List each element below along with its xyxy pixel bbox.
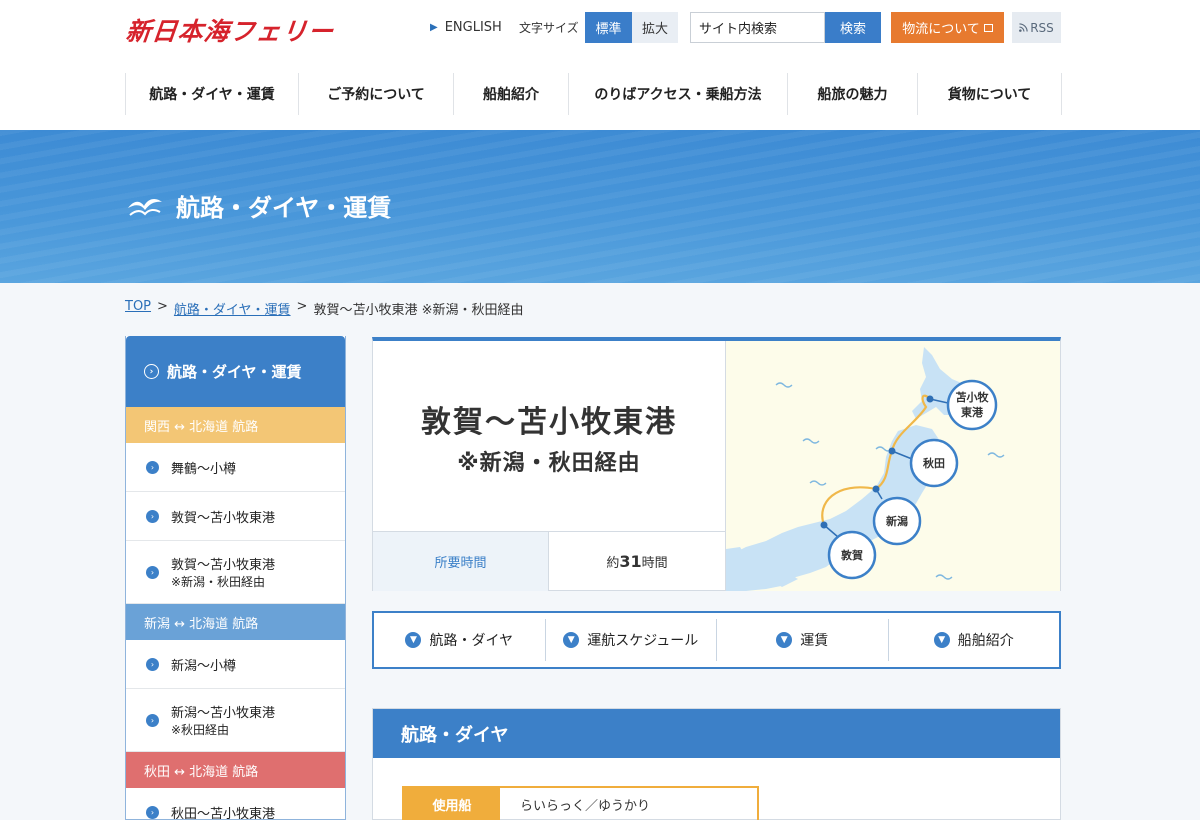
chevron-right-icon: › bbox=[146, 805, 159, 819]
chevron-right-icon: › bbox=[146, 509, 159, 523]
english-link[interactable]: ▶ ENGLISH bbox=[430, 12, 502, 43]
triangle-right-icon: ▶ bbox=[430, 22, 438, 33]
duration-suffix: 時間 bbox=[641, 556, 668, 571]
chevron-right-circle-icon: › bbox=[144, 364, 159, 379]
duration-label: 所要時間 bbox=[373, 531, 549, 591]
page-title-text: 航路・ダイヤ・運賃 bbox=[176, 194, 392, 222]
section-tab-nav: ▼ 航路・ダイヤ ▼ 運航スケジュール ▼ 運賃 ▼ 船舶紹介 bbox=[372, 611, 1061, 669]
page-hero-banner: 航路・ダイヤ・運賃 bbox=[0, 130, 1200, 283]
sidebar-item-niigata-otaru[interactable]: › 新潟〜小樽 bbox=[126, 640, 345, 689]
chevron-down-icon: ▼ bbox=[776, 632, 793, 648]
font-size-standard-button[interactable]: 標準 bbox=[585, 12, 632, 43]
tab-route-diagram[interactable]: ▼ 航路・ダイヤ bbox=[374, 619, 546, 661]
rss-button[interactable]: RSS bbox=[1012, 12, 1061, 43]
port-label-tomakomai: 苫小牧 bbox=[956, 390, 990, 404]
sidebar-item-label: 敦賀〜苫小牧東港 bbox=[171, 510, 276, 526]
chevron-right-icon: › bbox=[146, 713, 159, 727]
sidebar-item-niigata-tomakomai-via[interactable]: › 新潟〜苫小牧東港 ※秋田経由 bbox=[126, 689, 345, 752]
gnav-item-access[interactable]: のりばアクセス・乗船方法 bbox=[569, 73, 788, 115]
sidebar-item-label: 新潟〜小樽 bbox=[171, 658, 237, 674]
breadcrumb-current: 敦賀〜苫小牧東港 ※新潟・秋田経由 bbox=[313, 303, 524, 318]
english-link-label: ENGLISH bbox=[444, 20, 502, 35]
chevron-right-icon: › bbox=[146, 565, 159, 579]
gnav-item-reservation[interactable]: ご予約について bbox=[299, 73, 454, 115]
site-header: 新日本海フェリー ▶ ENGLISH 文字サイズ 標準 拡大 サイト内検索 検索… bbox=[0, 0, 1200, 130]
port-bubble-tomakomai bbox=[946, 379, 998, 431]
port-label-niigata: 新潟 bbox=[886, 514, 908, 528]
port-label-tsuruga: 敦賀 bbox=[841, 548, 863, 562]
ship-value: らいらっく／ゆうかり bbox=[520, 799, 651, 814]
tab-label: 運航スケジュール bbox=[587, 633, 699, 649]
chevron-right-icon: › bbox=[146, 460, 159, 474]
site-logo[interactable]: 新日本海フェリー bbox=[124, 12, 336, 48]
tab-label: 船舶紹介 bbox=[957, 633, 1014, 649]
duration-prefix: 約 bbox=[606, 556, 620, 571]
chevron-down-icon: ▼ bbox=[563, 632, 580, 648]
gnav-item-ships[interactable]: 船舶紹介 bbox=[454, 73, 569, 115]
font-size-label: 文字サイズ bbox=[519, 21, 579, 35]
tab-fares[interactable]: ▼ 運賃 bbox=[717, 619, 889, 661]
japan-route-map: 苫小牧 東港 秋田 新潟 敦賀 bbox=[726, 347, 1005, 591]
route-title: 敦賀〜苫小牧東港 ※新潟・秋田経由 bbox=[373, 397, 725, 477]
sidebar-item-maizuru-otaru[interactable]: › 舞鶴〜小樽 bbox=[126, 443, 345, 492]
breadcrumb: TOP > 航路・ダイヤ・運賃 > 敦賀〜苫小牧東港 ※新潟・秋田経由 bbox=[125, 299, 523, 318]
duration-value: 約 31 時間 bbox=[549, 531, 725, 591]
external-link-icon bbox=[983, 23, 993, 32]
route-map: 苫小牧 東港 秋田 新潟 敦賀 bbox=[725, 341, 1060, 591]
sidebar-item-label: 新潟〜苫小牧東港 bbox=[171, 706, 276, 721]
sidebar-title[interactable]: › 航路・ダイヤ・運賃 bbox=[126, 336, 345, 407]
page-title: 航路・ダイヤ・運賃 bbox=[126, 188, 391, 223]
breadcrumb-separator: > bbox=[296, 299, 308, 314]
global-nav: 航路・ダイヤ・運賃 ご予約について 船舶紹介 のりばアクセス・乗船方法 船旅の魅… bbox=[125, 73, 1062, 115]
tab-ships[interactable]: ▼ 船舶紹介 bbox=[889, 619, 1060, 661]
tab-schedule[interactable]: ▼ 運航スケジュール bbox=[546, 619, 717, 661]
ship-info-row: 使用船 らいらっく／ゆうかり bbox=[402, 786, 759, 820]
sidebar-nav: › 航路・ダイヤ・運賃 関西 ↔ 北海道 航路 › 舞鶴〜小樽 › 敦賀〜苫小牧… bbox=[125, 336, 346, 820]
chevron-down-icon: ▼ bbox=[933, 632, 950, 648]
search-button[interactable]: 検索 bbox=[825, 12, 881, 43]
rss-label: RSS bbox=[1030, 20, 1054, 35]
ship-label: 使用船 bbox=[404, 788, 500, 820]
port-label-akita: 秋田 bbox=[923, 456, 945, 470]
chevron-down-icon: ▼ bbox=[405, 632, 422, 648]
logistics-button-label: 物流について bbox=[902, 22, 980, 37]
route-diagram-section: 航路・ダイヤ 使用船 らいらっく／ゆうかり bbox=[372, 708, 1061, 820]
gnav-item-cargo[interactable]: 貨物について bbox=[918, 73, 1062, 115]
sidebar-item-sublabel: ※新潟・秋田経由 bbox=[171, 575, 266, 589]
section-title: 航路・ダイヤ bbox=[373, 709, 1060, 758]
sidebar-title-label: 航路・ダイヤ・運賃 bbox=[167, 363, 302, 381]
duration-number: 31 bbox=[619, 552, 642, 571]
sidebar-item-akita-tomakomai[interactable]: › 秋田〜苫小牧東港 bbox=[126, 788, 345, 820]
breadcrumb-top-link[interactable]: TOP bbox=[125, 299, 151, 318]
sidebar-item-tsuruga-tomakomai[interactable]: › 敦賀〜苫小牧東港 bbox=[126, 492, 345, 541]
breadcrumb-separator: > bbox=[157, 299, 168, 314]
tab-label: 航路・ダイヤ bbox=[429, 633, 514, 649]
site-search-input[interactable]: サイト内検索 bbox=[690, 12, 825, 43]
route-summary-card: 敦賀〜苫小牧東港 ※新潟・秋田経由 所要時間 約 31 時間 苫小牧 東港 秋田… bbox=[372, 337, 1061, 591]
route-title-via: ※新潟・秋田経由 bbox=[457, 451, 641, 476]
sidebar-item-label: 舞鶴〜小樽 bbox=[171, 461, 237, 477]
logistics-button[interactable]: 物流について bbox=[891, 12, 1004, 43]
sidebar-category-akita: 秋田 ↔ 北海道 航路 bbox=[126, 752, 345, 788]
port-label-tomakomai-2: 東港 bbox=[961, 405, 984, 419]
tab-label: 運賃 bbox=[800, 633, 829, 649]
breadcrumb-section-link[interactable]: 航路・ダイヤ・運賃 bbox=[174, 299, 291, 318]
chevron-right-icon: › bbox=[146, 657, 159, 671]
route-title-main: 敦賀〜苫小牧東港 bbox=[421, 405, 677, 440]
sidebar-category-kansai: 関西 ↔ 北海道 航路 bbox=[126, 407, 345, 443]
gnav-item-charm[interactable]: 船旅の魅力 bbox=[788, 73, 918, 115]
rss-icon bbox=[1019, 23, 1028, 32]
seagull-icon bbox=[128, 198, 162, 216]
sidebar-item-sublabel: ※秋田経由 bbox=[171, 723, 230, 737]
sidebar-item-tsuruga-tomakomai-via[interactable]: › 敦賀〜苫小牧東港 ※新潟・秋田経由 bbox=[126, 541, 345, 604]
font-size-large-button[interactable]: 拡大 bbox=[632, 12, 678, 43]
sidebar-item-label: 秋田〜苫小牧東港 bbox=[171, 806, 276, 820]
sidebar-item-label: 敦賀〜苫小牧東港 bbox=[171, 558, 276, 573]
sidebar-category-niigata: 新潟 ↔ 北海道 航路 bbox=[126, 604, 345, 640]
gnav-item-routes[interactable]: 航路・ダイヤ・運賃 bbox=[126, 73, 299, 115]
